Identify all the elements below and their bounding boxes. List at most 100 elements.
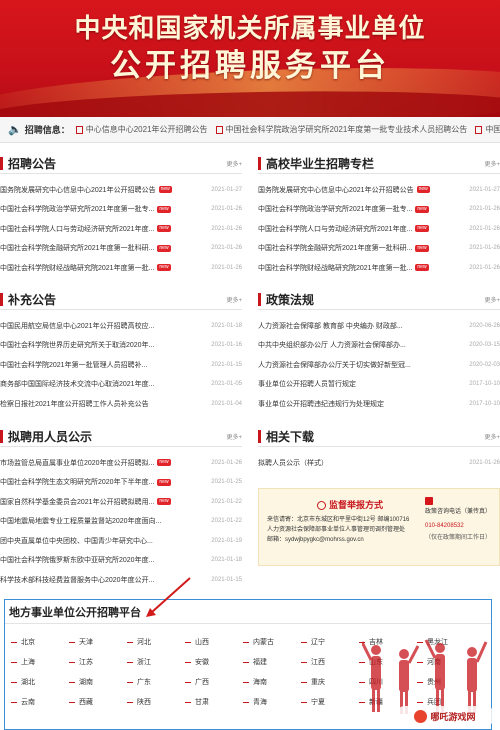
notice-item-text[interactable]: 中国社会科学院政治学研究所2021年度第一批专业技术人员招聘公告 [226,124,468,135]
region-name[interactable]: 广西 [195,677,209,687]
region-name[interactable]: 河北 [137,637,151,647]
region-name[interactable]: 江西 [311,657,325,667]
notice-item-text[interactable]: 中心信息中心2021年公开招聘公告 [86,124,208,135]
region-link[interactable]: 重庆 [301,672,359,692]
list-item-title[interactable]: 商务部中国国际经济技术交流中心取消2021年度... [0,379,154,389]
region-name[interactable]: 重庆 [311,677,325,687]
list-item[interactable]: 国务院发展研究中心信息中心2021年公开招聘公告 new 2021-01-27 [258,180,500,200]
region-link[interactable]: 浙江 [127,652,185,672]
region-link[interactable]: 广东 [127,672,185,692]
region-name[interactable]: 宁夏 [311,697,325,707]
region-name[interactable]: 云南 [21,697,35,707]
list-item[interactable]: 中国民用航空局信息中心2021年公开招聘高校应... 2021-01-18 [0,316,242,336]
list-item-title[interactable]: 市场监管总局直属事业单位2020年度公开招聘拟... [0,458,154,468]
region-link[interactable]: 四川 [359,672,417,692]
region-name[interactable]: 北京 [21,637,35,647]
supervision-email[interactable]: 邮箱：sydwjbpygkc@mohrss.gov.cn [267,535,425,545]
list-item-title[interactable]: 事业单位公开招聘人员暂行规定 [258,379,356,389]
list-item[interactable]: 中国社会科学院金融研究所2021年度第一批科研... new 2021-01-26 [258,239,500,259]
region-link[interactable]: 海南 [243,672,301,692]
list-item[interactable]: 事业单位公开招聘人员暂行规定 2017-10-10 [258,375,500,395]
list-item-title[interactable]: 中国社会科学院人口与劳动经济研究所2021年度... [0,224,154,234]
list-item-title[interactable]: 科学技术部科技经费监督服务中心2020年度公开... [0,575,154,585]
region-name[interactable]: 天津 [79,637,93,647]
list-item-title[interactable]: 中国社会科学院俄罗斯东欧中亚研究所2020年度... [0,555,154,565]
region-link[interactable]: 广西 [185,672,243,692]
list-item[interactable]: 国家自然科学基金委员会2021年公开招聘拟聘用... new 2021-01-22 [0,492,242,512]
region-link[interactable]: 内蒙古 [243,632,301,652]
list-item-title[interactable]: 中共中央组织部办公厅 人力资源社会保障部办... [258,340,406,350]
region-name[interactable]: 广东 [137,677,151,687]
list-item-title[interactable]: 中国社会科学院金融研究所2021年度第一批科研... [0,243,154,253]
region-link[interactable]: 江西 [301,652,359,672]
list-item[interactable]: 中国社会科学院俄罗斯东欧中亚研究所2020年度... 2021-01-18 [0,551,242,571]
region-link[interactable]: 山东 [359,652,417,672]
region-name[interactable]: 浙江 [137,657,151,667]
region-name[interactable]: 海南 [253,677,267,687]
region-name[interactable]: 四川 [369,677,383,687]
region-name[interactable]: 黑龙江 [427,637,448,647]
list-item[interactable]: 拟聘人员公示（样式） 2021-01-26 [258,453,500,473]
notice-item[interactable]: 中国社会科学院政治学研究所2021年度第一批专业技术人员招聘公告 [215,124,468,135]
list-item-title[interactable]: 中国社会科学院生态文明研究所2020年下半年度... [0,477,154,487]
notice-item-text[interactable]: 中国社会科学院人口... [485,124,500,135]
region-name[interactable]: 贵州 [427,677,441,687]
list-item[interactable]: 检察日报社2021年度公开招聘工作人员补充公告 2021-01-04 [0,394,242,414]
region-name[interactable]: 吉林 [369,637,383,647]
region-name[interactable]: 内蒙古 [253,637,274,647]
region-name[interactable]: 河南 [427,657,441,667]
region-name[interactable]: 山东 [369,657,383,667]
region-link[interactable]: 北京 [11,632,69,652]
region-name[interactable]: 江苏 [79,657,93,667]
list-item[interactable]: 科学技术部科技经费监督服务中心2020年度公开... 2021-01-15 [0,570,242,590]
region-link[interactable]: 宁夏 [301,692,359,712]
list-item-title[interactable]: 国务院发展研究中心信息中心2021年公开招聘公告 [0,185,156,195]
region-link[interactable]: 山西 [185,632,243,652]
list-item[interactable]: 事业单位公开招聘违纪违规行为处理规定 2017-10-10 [258,394,500,414]
list-item[interactable]: 中共中央组织部办公厅 人力资源社会保障部办... 2020-03-15 [258,336,500,356]
region-name[interactable]: 湖南 [79,677,93,687]
region-link[interactable]: 贵州 [417,672,475,692]
region-name[interactable]: 甘肃 [195,697,209,707]
notice-item[interactable]: 中心信息中心2021年公开招聘公告 [75,124,208,135]
region-link[interactable]: 福建 [243,652,301,672]
region-link[interactable]: 天津 [69,632,127,652]
list-item-title[interactable]: 团中央直属单位中央团校、中国青少年研究中心... [0,536,153,546]
list-item[interactable]: 中国社会科学院政治学研究所2021年度第一批专... new 2021-01-26 [258,200,500,220]
region-link[interactable]: 云南 [11,692,69,712]
list-item[interactable]: 人力资源社会保障部 教育部 中央编办 财政部... 2020-06-26 [258,316,500,336]
region-link[interactable]: 黑龙江 [417,632,475,652]
list-item-title[interactable]: 中国民用航空局信息中心2021年公开招聘高校应... [0,321,154,331]
list-item-title[interactable]: 中国社会科学院人口与劳动经济研究所2021年度... [258,224,412,234]
more-link[interactable]: 更多+ [226,159,242,168]
region-name[interactable]: 上海 [21,657,35,667]
region-link[interactable]: 河南 [417,652,475,672]
region-name[interactable]: 福建 [253,657,267,667]
list-item-title[interactable]: 中国社会科学院金融研究所2021年度第一批科研... [258,243,412,253]
list-item-title[interactable]: 中国社会科学院政治学研究所2021年度第一批专... [0,204,154,214]
list-item-title[interactable]: 国家自然科学基金委员会2021年公开招聘拟聘用... [0,497,154,507]
region-link[interactable]: 陕西 [127,692,185,712]
list-item-title[interactable]: 中国社会科学院世界历史研究所关于取消2020年... [0,340,154,350]
region-name[interactable]: 陕西 [137,697,151,707]
list-item[interactable]: 中国社会科学院财经战略研究院2021年度第一批... new 2021-01-26 [258,258,500,278]
list-item[interactable]: 中国社会科学院人口与劳动经济研究所2021年度... new 2021-01-26 [258,219,500,239]
region-link[interactable]: 江苏 [69,652,127,672]
region-link[interactable]: 西藏 [69,692,127,712]
list-item-title[interactable]: 国务院发展研究中心信息中心2021年公开招聘公告 [258,185,414,195]
list-item-title[interactable]: 中国社会科学院财经战略研究院2021年度第一批... [0,263,154,273]
list-item-title[interactable]: 检察日报社2021年度公开招聘工作人员补充公告 [0,399,149,409]
list-item[interactable]: 中国社会科学院2021年第一批管理人员招聘补... 2021-01-15 [0,355,242,375]
list-item[interactable]: 中国社会科学院财经战略研究院2021年度第一批... new 2021-01-26 [0,258,242,278]
region-name[interactable]: 湖北 [21,677,35,687]
list-item[interactable]: 中国社会科学院世界历史研究所关于取消2020年... 2021-01-16 [0,336,242,356]
list-item[interactable]: 中国地震局地震专业工程质量监督站2020年度面向... 2021-01-22 [0,512,242,532]
more-link[interactable]: 更多+ [484,432,500,441]
list-item[interactable]: 国务院发展研究中心信息中心2021年公开招聘公告 new 2021-01-27 [0,180,242,200]
list-item-title[interactable]: 人力资源社会保障部办公厅关于切实做好新型冠... [258,360,411,370]
region-name[interactable]: 西藏 [79,697,93,707]
list-item-title[interactable]: 中国社会科学院财经战略研究院2021年度第一批... [258,263,412,273]
region-link[interactable]: 青海 [243,692,301,712]
list-item[interactable]: 中国社会科学院人口与劳动经济研究所2021年度... new 2021-01-26 [0,219,242,239]
region-link[interactable]: 甘肃 [185,692,243,712]
